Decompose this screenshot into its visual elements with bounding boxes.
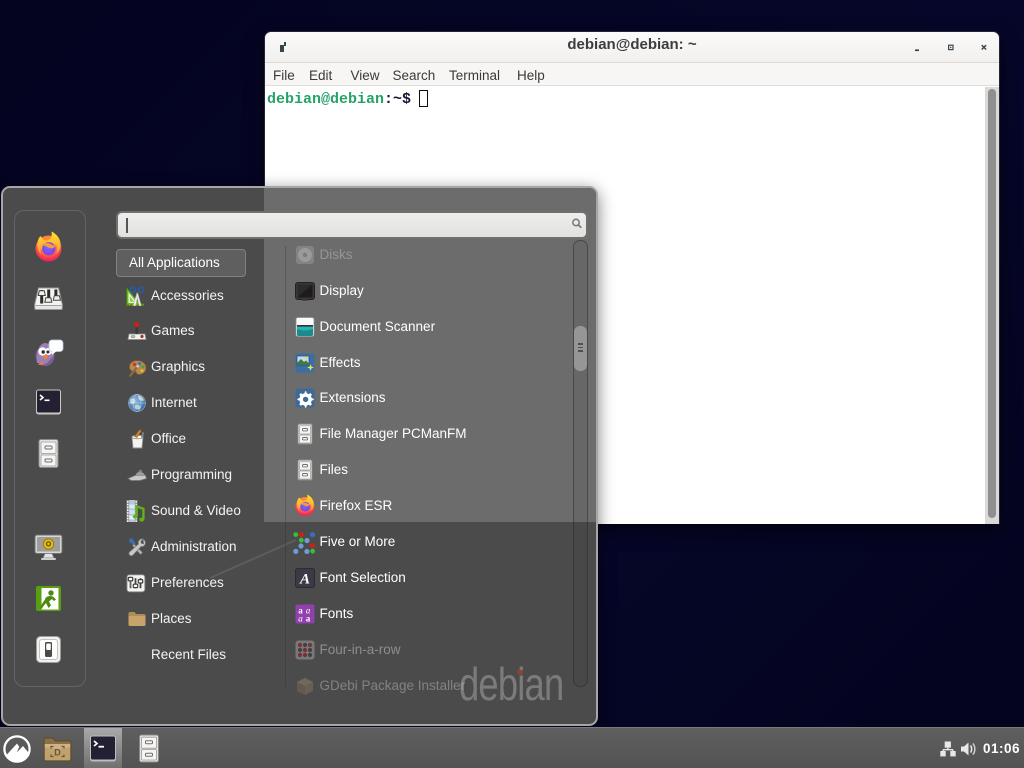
svg-text:a: a: [298, 614, 303, 624]
svg-text:A: A: [299, 572, 310, 588]
svg-text:a: a: [306, 614, 311, 624]
svg-text:D: D: [54, 748, 61, 758]
